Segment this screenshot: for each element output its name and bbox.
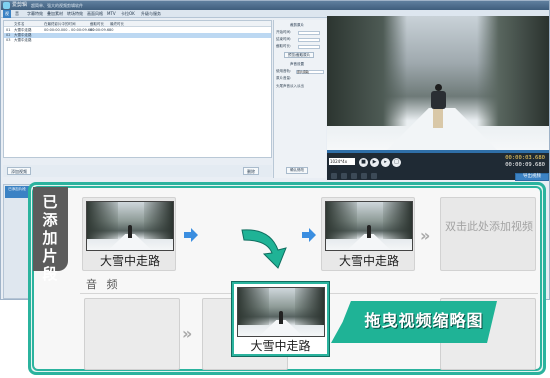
crop-icon[interactable] — [351, 173, 357, 179]
col-final-duration: 最终时长 — [110, 22, 124, 26]
drag-down-arrow-icon — [241, 229, 287, 269]
audio-slot-1[interactable] — [84, 298, 180, 370]
share-icon[interactable] — [371, 173, 377, 179]
app-title: 爱剪辑 — [12, 2, 28, 8]
clip-name: 大雪中走路 — [99, 254, 160, 268]
audio-section-title: 声音设置 — [290, 62, 304, 66]
menu-style[interactable]: 画面风格 — [87, 10, 103, 18]
thumb-trees-left — [326, 202, 357, 240]
fullscreen-icon[interactable]: □ — [392, 158, 401, 167]
audio-track-label: 使用音轨: — [276, 69, 292, 73]
preview-trees-left — [327, 16, 407, 126]
menu-video[interactable]: 视 — [3, 10, 11, 18]
clip-thumbnail — [325, 201, 413, 251]
row-index: 03 — [6, 38, 11, 42]
total-time: 00:00:09.680 — [505, 162, 545, 168]
fade-checkbox[interactable]: 头尾声音淡入淡出 — [276, 84, 304, 89]
video-preview[interactable] — [327, 16, 549, 150]
walker-legs — [433, 109, 443, 128]
trim-section-title: 裁剪原片 — [290, 23, 304, 27]
row-filename: 大雪中走路 — [14, 38, 32, 42]
table-row[interactable]: 03 大雪中走路 — [4, 38, 271, 43]
preview-trees-right — [477, 16, 549, 126]
menu-transition[interactable]: 转场特效 — [67, 10, 83, 18]
thumb-walker — [128, 225, 133, 239]
thumb-trees-right — [382, 202, 412, 240]
play-icon[interactable]: ▶ — [370, 158, 379, 167]
clip-slot-2[interactable]: 大雪中走路 — [321, 197, 415, 271]
menu-upgrade[interactable]: 升级与服务 — [141, 10, 161, 18]
clip-thumbnail — [237, 287, 325, 337]
properties-panel: 裁剪原片 开始时间: 结束时间: 截取时长: 预览/截取原片 声音设置 使用音轨… — [273, 20, 326, 178]
menu-overlay[interactable]: 叠加素材 — [47, 10, 63, 18]
thumb-trees-left — [87, 202, 118, 240]
clip-slot-1[interactable]: 大雪中走路 — [82, 197, 176, 271]
folder-icon[interactable] — [331, 173, 337, 179]
col-filename: 文件名 — [14, 22, 25, 26]
menu-karaoke[interactable]: 卡拉OK — [121, 10, 135, 18]
timeline-sidebar-label: 已添加片段 — [5, 186, 29, 198]
end-time-label: 结束时间: — [276, 37, 292, 41]
duration-label: 截取时长: — [276, 44, 292, 48]
col-timeline: 在最终影片中的时间 — [44, 22, 76, 26]
stop-icon[interactable]: ■ — [359, 158, 368, 167]
menu-subtitle[interactable]: 字幕特效 — [27, 10, 43, 18]
clip-list-toolbar: 添加视频 删除 — [3, 165, 272, 177]
duration-field[interactable] — [298, 45, 320, 49]
arrow-right-icon — [184, 228, 198, 242]
clip-list-panel: 文件名 在最终影片中的时间 截取时长 最终时长 01 大雪中走路 00:00:0… — [3, 20, 272, 158]
menu-mtv[interactable]: MTV — [107, 10, 116, 18]
menu-audio[interactable]: 音 — [15, 10, 19, 18]
settings-icon[interactable] — [361, 173, 367, 179]
dragging-clip[interactable]: 大雪中走路 — [232, 282, 329, 356]
timeline-sidebar: 已添加片段 — [3, 184, 31, 299]
clip-thumbnail — [86, 201, 174, 251]
add-video-button[interactable]: 添加视频 — [7, 167, 31, 175]
thumb-walker — [279, 311, 284, 325]
chevron-right-icon: » — [420, 226, 431, 245]
clip-name: 大雪中走路 — [338, 254, 399, 268]
thumb-trees-right — [143, 202, 173, 240]
title-bar: 爱剪辑 超简单、强大的视频剪辑软件 — [1, 1, 549, 10]
app-root: 爱剪辑 超简单、强大的视频剪辑软件 视 音 字幕特效 叠加素材 转场特效 画面风… — [0, 0, 550, 378]
start-time-field[interactable] — [298, 31, 320, 35]
app-logo-icon — [3, 2, 10, 9]
current-time: 00:00:03.680 — [505, 155, 545, 161]
end-time-field[interactable] — [298, 38, 320, 42]
export-video-button[interactable]: 导出视频 — [515, 173, 549, 181]
thumb-trees-right — [294, 288, 324, 326]
preview-trim-button[interactable]: 预览/截取原片 — [284, 52, 315, 58]
chevron-right-icon: » — [182, 324, 193, 343]
col-cut-duration: 截取时长 — [90, 22, 104, 26]
next-frame-icon[interactable]: ▸ — [381, 158, 390, 167]
walker-head — [435, 84, 442, 91]
dragging-clip-name: 大雪中走路 — [250, 339, 311, 353]
added-clips-tag: 已添加片段 — [33, 187, 68, 283]
preview-walker — [429, 84, 447, 128]
thumb-walker — [367, 225, 372, 239]
delete-button[interactable]: 删除 — [243, 167, 259, 175]
aspect-select[interactable]: 1024*4x 720 — [329, 158, 355, 171]
app-subtitle: 超简单、强大的视频剪辑软件 — [31, 3, 83, 8]
audio-track-label: 音 频 — [86, 278, 121, 291]
audio-track-select[interactable]: 原片音轨 — [296, 70, 324, 74]
player-tools — [327, 172, 407, 181]
clip-list-header: 文件名 在最终影片中的时间 截取时长 最终时长 — [4, 21, 271, 27]
seek-bar[interactable] — [327, 150, 549, 153]
confirm-button[interactable]: 确认修改 — [286, 167, 308, 174]
drag-hint-text: 拖曳视频缩略图 — [364, 311, 484, 330]
volume-label: 原片音量: — [276, 76, 292, 80]
thumb-trees-left — [238, 288, 269, 326]
add-video-placeholder[interactable]: 双击此处添加视频 — [444, 219, 534, 235]
walker-body — [431, 91, 446, 109]
added-clips-label: 已添加片段 — [42, 193, 58, 283]
start-time-label: 开始时间: — [276, 30, 292, 34]
screenshot-icon[interactable] — [341, 173, 347, 179]
arrow-right-icon — [302, 228, 316, 242]
